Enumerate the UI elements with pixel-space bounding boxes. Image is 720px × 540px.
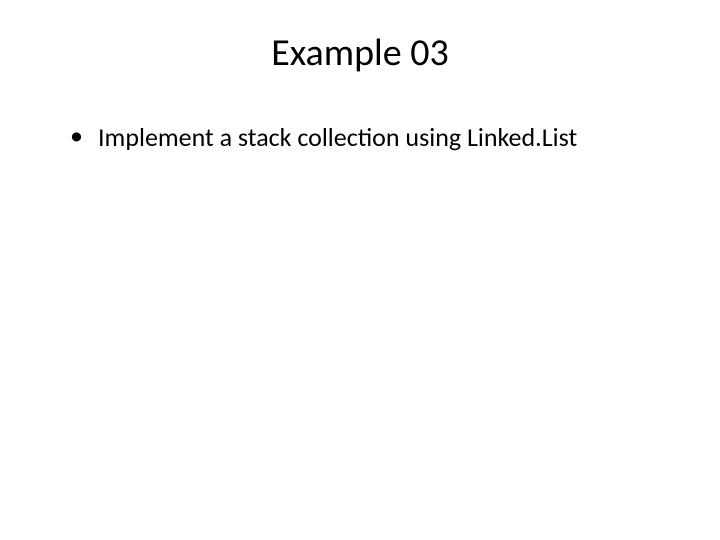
slide-content: Implement a stack collection using Linke… bbox=[50, 121, 670, 155]
bullet-item: Implement a stack collection using Linke… bbox=[70, 121, 670, 155]
slide-container: Example 03 Implement a stack collection … bbox=[0, 0, 720, 540]
bullet-list: Implement a stack collection using Linke… bbox=[70, 121, 670, 155]
slide-title: Example 03 bbox=[50, 30, 670, 76]
